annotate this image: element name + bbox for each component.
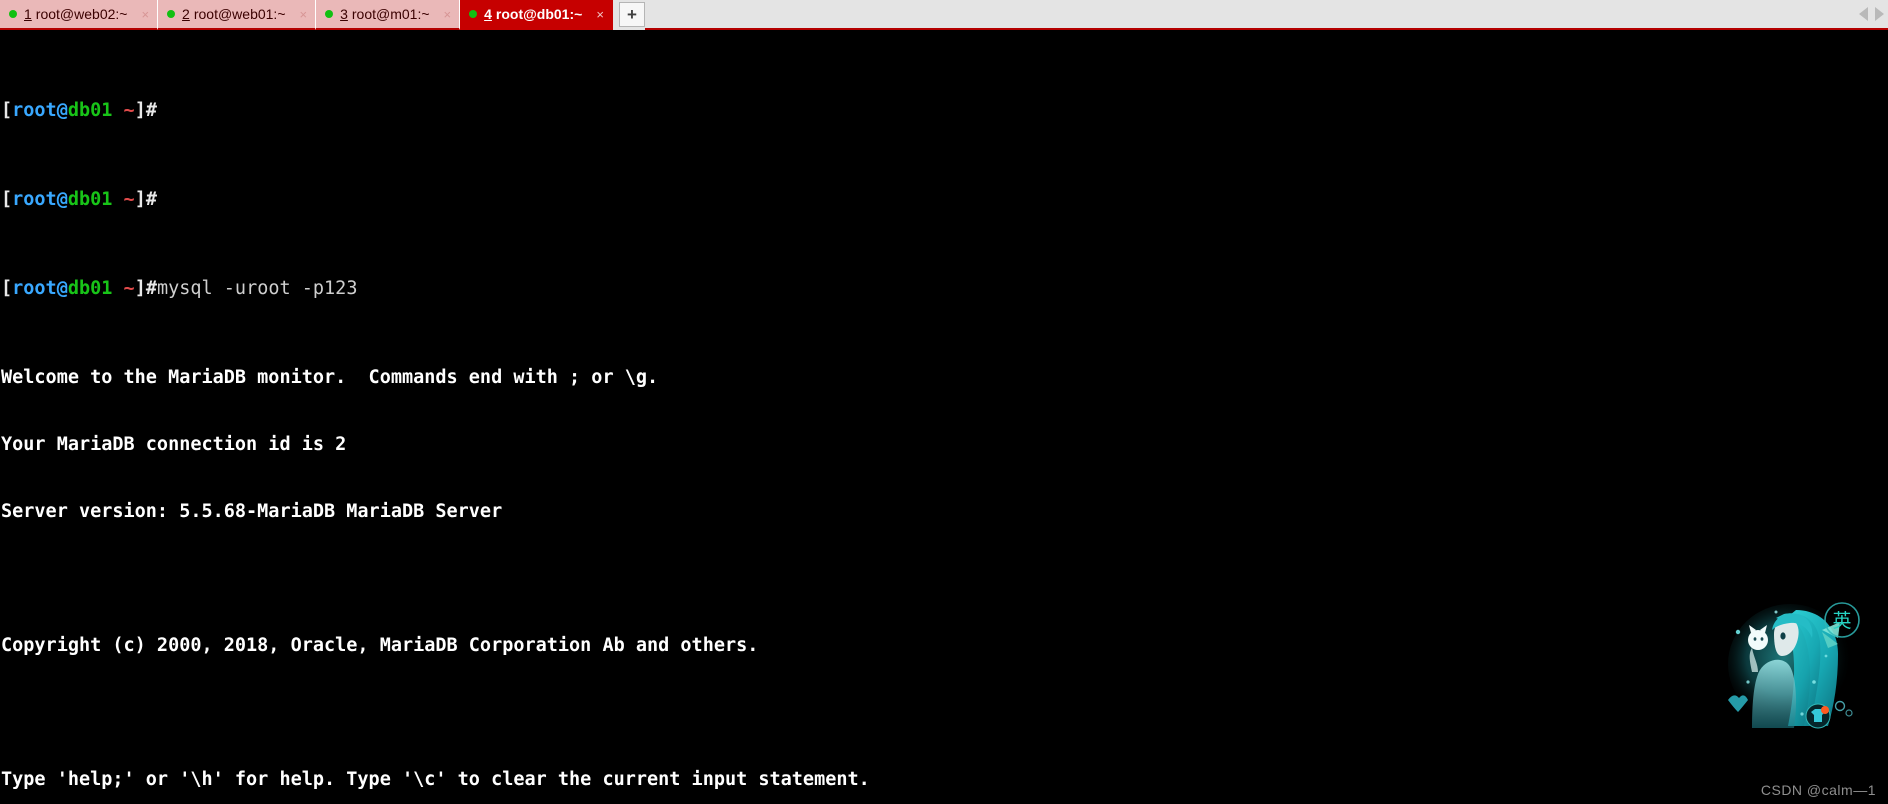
prompt-line-1: [root@db01 ~]# [1,100,1888,122]
terminal-tab-4-active[interactable]: 4 root@db01:~ × [460,0,613,30]
mysql-banner-line-1: Welcome to the MariaDB monitor. Commands… [1,367,659,389]
prompt-cwd: ~ [123,189,135,211]
prompt-cwd: ~ [123,99,135,121]
prompt-line-3-with-command: [root@db01 ~]#mysql -uroot -p123 [1,278,1888,300]
tab-label-3: root@m01:~ [351,6,430,22]
prompt-line-2: [root@db01 ~]# [1,189,1888,211]
prompt-bracket-open: [ [1,99,13,121]
csdn-watermark-text: CSDN @calm—1 [1760,782,1876,798]
close-icon[interactable]: × [286,8,308,21]
scroll-right-icon[interactable] [1875,7,1884,21]
terminal-tab-1[interactable]: 1 root@web02:~ × [0,0,159,30]
mysql-banner-line-3: Server version: 5.5.68-MariaDB MariaDB S… [1,501,503,523]
tab-scroll-controls [1859,0,1884,28]
new-tab-button[interactable]: + [618,2,645,27]
connection-status-dot-icon [325,10,334,18]
tab-bar-empty-area [644,0,1888,30]
tab-index-2: 2 [182,6,190,22]
tab-label-2: root@web01:~ [193,6,286,22]
scroll-left-icon[interactable] [1859,7,1868,21]
terminal-tab-2[interactable]: 2 root@web01:~ × [158,0,317,30]
prompt-bracket-open: [ [1,278,13,300]
connection-status-dot-icon [469,10,478,18]
mysql-copyright-line: Copyright (c) 2000, 2018, Oracle, MariaD… [1,635,759,657]
prompt-bracket-open: [ [1,189,13,211]
tab-index-3: 3 [340,6,348,22]
tab-label-4: root@db01:~ [495,6,583,22]
prompt-bracket-close: ]# [134,278,157,300]
terminal-output-area[interactable]: [root@db01 ~]# [root@db01 ~]# [root@db01… [0,30,1888,804]
connection-status-dot-icon [9,10,17,18]
tab-bar: 1 root@web02:~ × 2 root@web01:~ × 3 root… [0,0,1888,30]
tab-index-4: 4 [484,6,492,22]
mysql-banner-blank-2 [1,702,1888,724]
close-icon[interactable]: × [582,8,604,21]
prompt-at: @ [56,99,68,121]
prompt-at: @ [56,278,68,300]
prompt-cwd: ~ [123,278,135,300]
close-icon[interactable]: × [430,8,452,21]
prompt-host: db01 [67,189,113,211]
prompt-at: @ [56,189,68,211]
terminal-text: [root@db01 ~]# [root@db01 ~]# [root@db01… [1,33,1888,804]
prompt-user: root [12,189,57,211]
prompt-bracket-close: ]# [134,99,157,121]
prompt-host: db01 [67,278,113,300]
mysql-help-line: Type 'help;' or '\h' for help. Type '\c'… [1,768,870,790]
prompt-user: root [12,99,57,121]
connection-status-dot-icon [167,10,176,18]
tab-label-1: root@web02:~ [35,6,128,22]
mysql-banner-blank-1 [1,568,1888,590]
terminal-tab-3[interactable]: 3 root@m01:~ × [316,0,461,30]
prompt-user: root [12,278,57,300]
tab-index-1: 1 [24,6,32,22]
prompt-bracket-close: ]# [134,189,157,211]
mysql-banner-line-2: Your MariaDB connection id is 2 [1,434,347,456]
prompt-host: db01 [67,99,113,121]
close-icon[interactable]: × [127,8,149,21]
typed-command-mysql: mysql -uroot -p123 [156,278,358,300]
